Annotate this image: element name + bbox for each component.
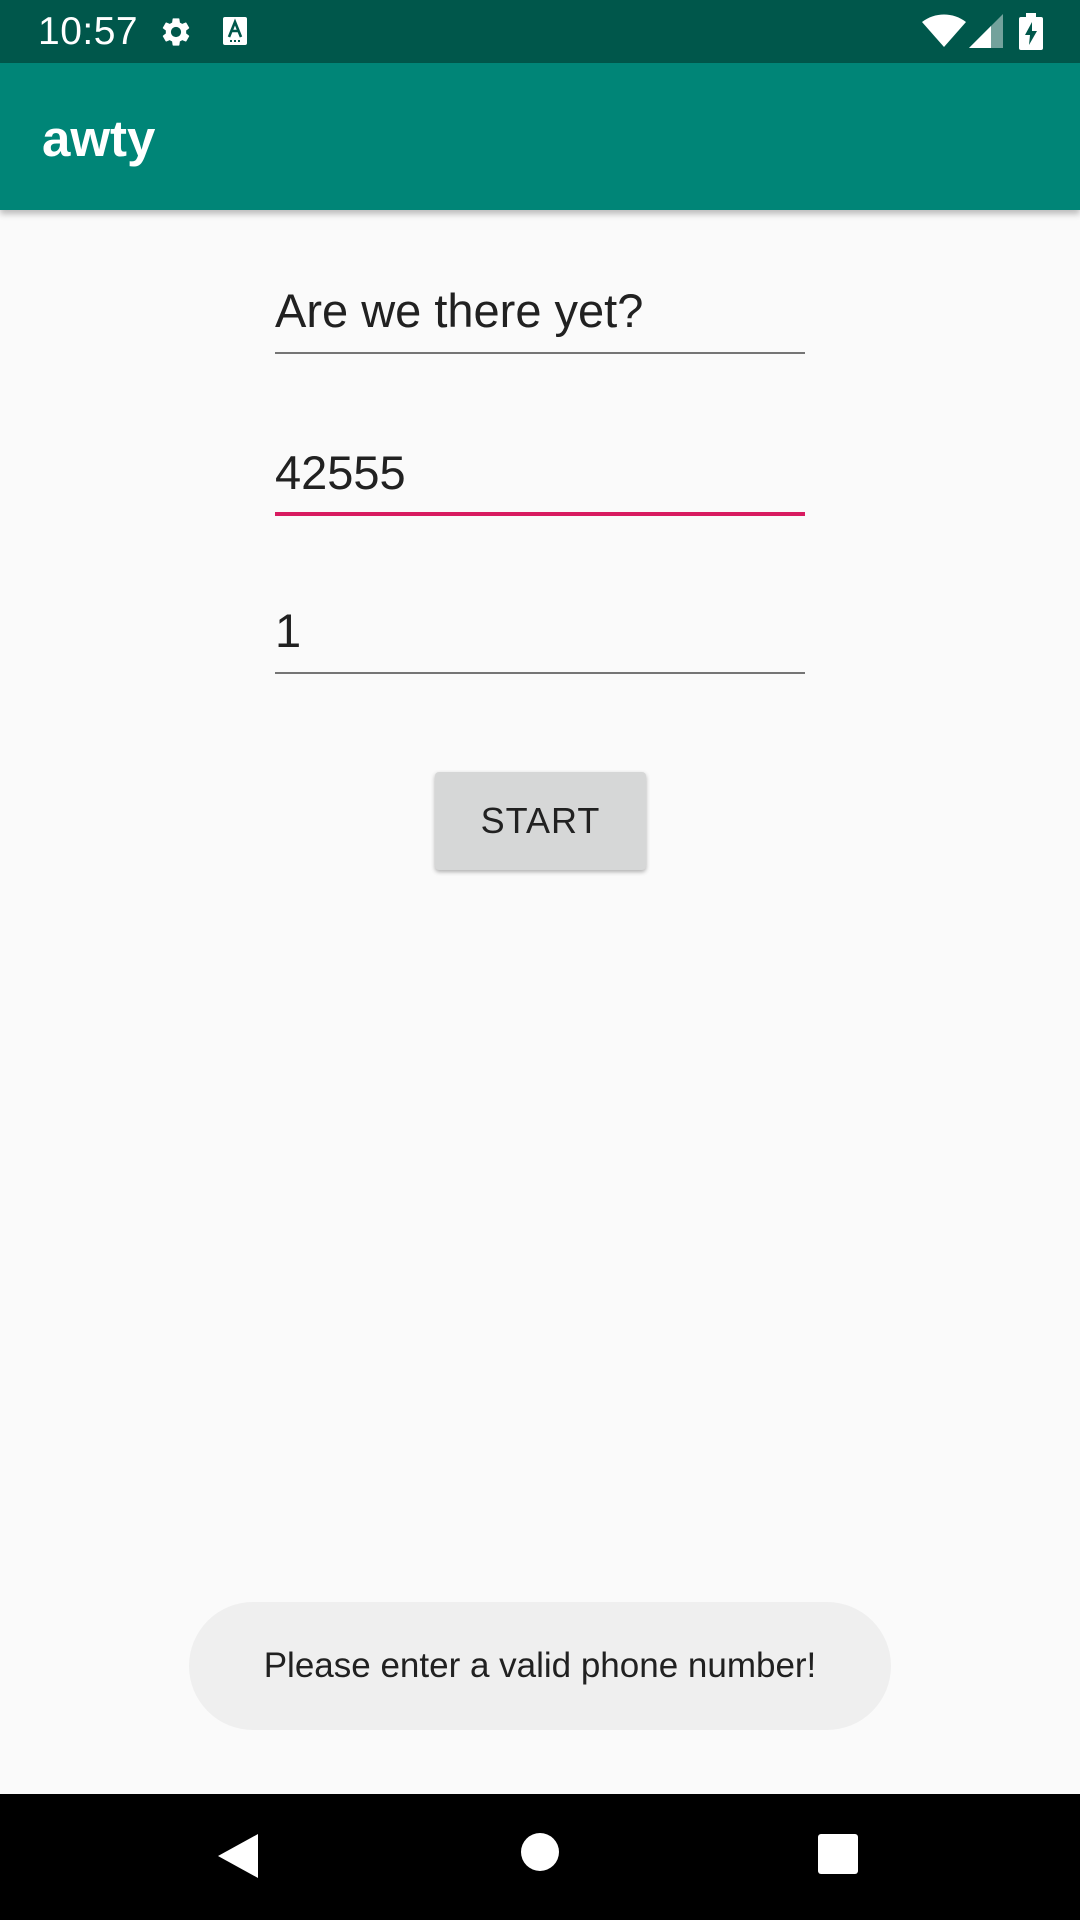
- app-bar: awty: [0, 63, 1080, 210]
- cell-signal-icon: [969, 14, 1003, 48]
- message-input-underline: [275, 352, 805, 354]
- gear-icon: [162, 18, 190, 46]
- home-icon[interactable]: [520, 1832, 560, 1872]
- toast-text: Please enter a valid phone number!: [263, 1646, 817, 1685]
- phone-number-input-value: 42555: [275, 446, 406, 499]
- keyboard-a-icon: [223, 17, 247, 45]
- status-time: 10:57: [38, 10, 139, 53]
- message-input[interactable]: Are we there yet?: [275, 270, 805, 354]
- interval-input-value: 1: [275, 604, 302, 657]
- app-title: awty: [42, 110, 156, 167]
- back-icon[interactable]: [216, 1832, 260, 1880]
- navigation-bar: [0, 1794, 1080, 1920]
- start-button[interactable]: START: [435, 772, 646, 870]
- phone-number-input[interactable]: 42555: [275, 432, 805, 516]
- battery-charging-icon: [1019, 13, 1043, 50]
- message-input-value: Are we there yet?: [275, 284, 644, 337]
- recents-icon[interactable]: [818, 1834, 858, 1874]
- interval-input-underline: [275, 672, 805, 674]
- start-button-label: START: [480, 800, 601, 841]
- wifi-icon: [922, 14, 966, 47]
- status-bar: 10:57: [0, 0, 1080, 63]
- toast-message: Please enter a valid phone number!: [189, 1602, 891, 1730]
- interval-input[interactable]: 1: [275, 590, 805, 674]
- phone-number-input-underline: [275, 512, 805, 516]
